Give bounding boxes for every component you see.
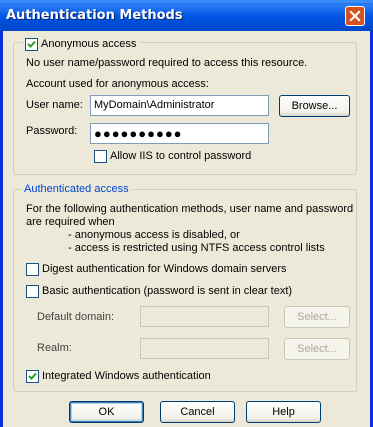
basic-auth-label[interactable]: Basic authentication (password is sent i… (42, 285, 292, 297)
default-domain-label: Default domain: (37, 311, 115, 323)
close-button[interactable] (345, 6, 365, 26)
auth-bullet-1: - anonymous access is disabled, or (68, 229, 240, 241)
realm-field[interactable] (140, 338, 269, 359)
checkmark-icon (28, 372, 37, 380)
username-field[interactable]: MyDomain\Administrator (90, 95, 269, 116)
checkmark-icon (27, 40, 36, 48)
realm-label: Realm: (37, 342, 72, 354)
username-label: User name: (26, 99, 83, 111)
help-button[interactable]: Help (246, 401, 321, 423)
digest-auth-checkbox[interactable] (26, 263, 39, 276)
integrated-windows-auth-label[interactable]: Integrated Windows authentication (42, 370, 211, 382)
auth-description-line2: are required when (26, 216, 115, 228)
anonymous-access-checkbox[interactable] (25, 38, 38, 51)
title-bar-highlight (0, 0, 373, 3)
anonymous-access-label[interactable]: Anonymous access (41, 38, 136, 50)
allow-iis-label[interactable]: Allow IIS to control password (110, 150, 251, 162)
integrated-windows-auth-checkbox[interactable] (26, 370, 39, 383)
authenticated-access-legend: Authenticated access (22, 183, 131, 195)
window-title: Authentication Methods (6, 8, 183, 23)
account-label: Account used for anonymous access: (26, 78, 209, 90)
title-bar[interactable]: Authentication Methods (0, 0, 373, 31)
authentication-methods-dialog: Authentication Methods Anonymous access … (0, 0, 373, 427)
select-domain-button[interactable]: Select... (284, 306, 350, 328)
cancel-button[interactable]: Cancel (160, 401, 235, 423)
close-icon (349, 10, 361, 22)
basic-auth-checkbox[interactable] (26, 285, 39, 298)
auth-description-line1: For the following authentication methods… (26, 203, 354, 215)
auth-bullet-2: - access is restricted using NTFS access… (68, 242, 325, 254)
password-field[interactable]: ●●●●●●●●●● (90, 123, 269, 144)
digest-auth-label[interactable]: Digest authentication for Windows domain… (42, 263, 287, 275)
anonymous-access-legend: Anonymous access (23, 37, 139, 53)
browse-button[interactable]: Browse... (279, 95, 350, 117)
default-domain-field[interactable] (140, 306, 269, 327)
anonymous-description: No user name/password required to access… (26, 57, 308, 69)
password-label: Password: (26, 125, 78, 137)
ok-button[interactable]: OK (69, 401, 144, 423)
select-realm-button[interactable]: Select... (284, 338, 350, 360)
allow-iis-checkbox[interactable] (94, 150, 107, 163)
